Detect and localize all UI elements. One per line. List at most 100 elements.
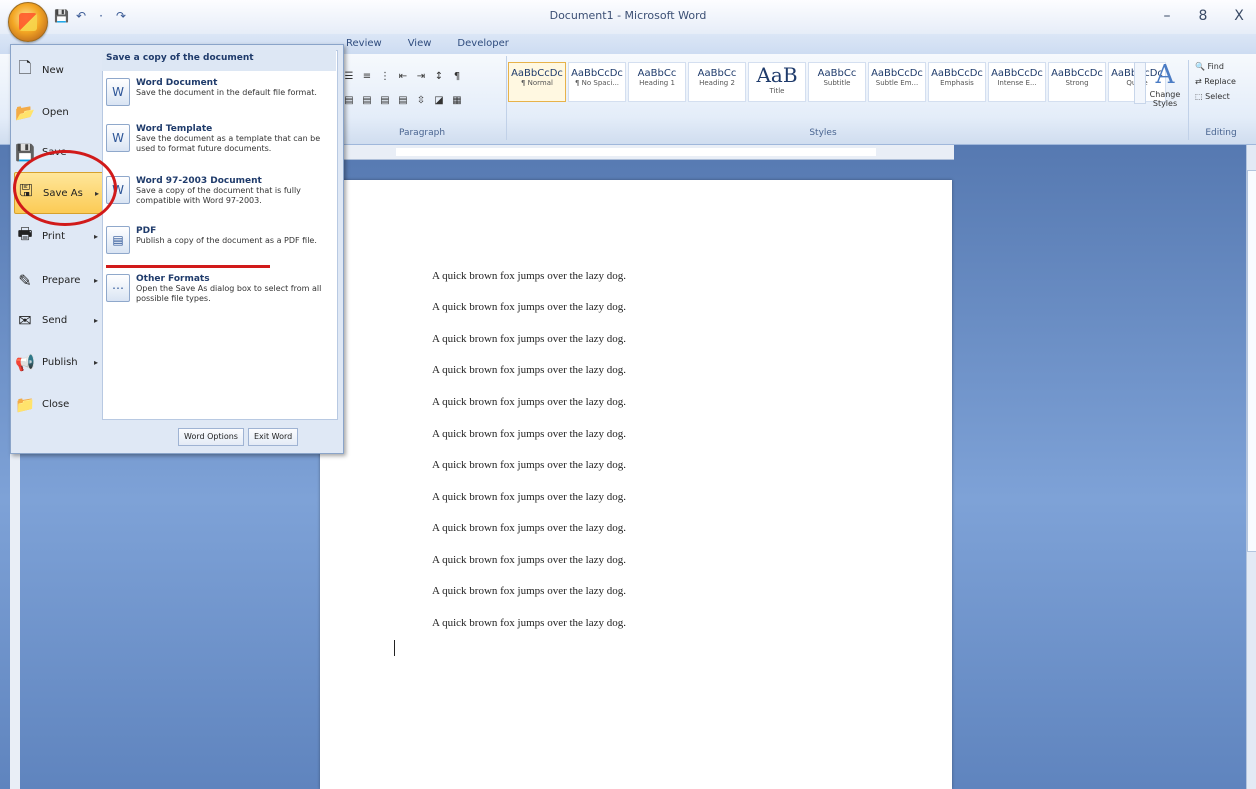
- office-button[interactable]: [8, 2, 48, 42]
- select-button[interactable]: ⬚ Select: [1195, 92, 1253, 101]
- menu-item-label: Open: [42, 106, 69, 118]
- style-normal[interactable]: AaBbCcDc ¶ Normal: [508, 62, 566, 102]
- document-line: A quick brown fox jumps over the lazy do…: [432, 459, 626, 471]
- paragraph-group-label: Paragraph: [398, 128, 446, 138]
- style-heading-2[interactable]: AaBbCc Heading 2: [688, 62, 746, 102]
- line-spacing-icon[interactable]: ⇳: [414, 94, 428, 108]
- tab-list: Review View Developer: [342, 36, 513, 51]
- numbering-icon[interactable]: ≡: [360, 70, 374, 84]
- find-button[interactable]: 🔍 Find: [1195, 62, 1253, 71]
- document-line: A quick brown fox jumps over the lazy do…: [432, 396, 626, 408]
- shading-icon[interactable]: ◪: [432, 94, 446, 108]
- menu-item-send[interactable]: ✉ Send ▸: [14, 300, 102, 340]
- document-line: A quick brown fox jumps over the lazy do…: [432, 301, 626, 313]
- style-intense-emphasis[interactable]: AaBbCcDc Intense E...: [988, 62, 1046, 102]
- style-title[interactable]: AaB Title: [748, 62, 806, 102]
- document-line: A quick brown fox jumps over the lazy do…: [432, 585, 626, 597]
- maximize-button[interactable]: 8: [1196, 8, 1210, 24]
- sort-icon[interactable]: ↕: [432, 70, 446, 84]
- style-name: Heading 2: [699, 79, 735, 87]
- decrease-indent-icon[interactable]: ⇤: [396, 70, 410, 84]
- document-line: A quick brown fox jumps over the lazy do…: [432, 522, 626, 534]
- find-label: Find: [1207, 62, 1224, 71]
- replace-button[interactable]: ⇄ Replace: [1195, 77, 1253, 86]
- document-page[interactable]: A quick brown fox jumps over the lazy do…: [320, 180, 952, 789]
- tab-developer[interactable]: Developer: [453, 36, 512, 51]
- menu-item-close[interactable]: 📁 Close: [14, 384, 102, 424]
- menu-item-label: Publish: [42, 356, 78, 368]
- style-sample: AaBbCcDc: [511, 68, 563, 79]
- style-gallery: AaBbCcDc ¶ Normal AaBbCcDc ¶ No Spaci... A…: [508, 62, 1166, 102]
- style-no-spacing[interactable]: AaBbCcDc ¶ No Spaci...: [568, 62, 626, 102]
- menu-item-prepare[interactable]: ✎ Prepare ▸: [14, 260, 102, 300]
- submenu-item-desc: Save the document as a template that can…: [136, 134, 321, 153]
- other-formats-icon: ⋯: [106, 274, 130, 302]
- document-line: A quick brown fox jumps over the lazy do…: [432, 333, 626, 345]
- folder-icon: 📂: [15, 102, 35, 122]
- save-as-word-template[interactable]: W Word Template Save the document as a te…: [106, 124, 332, 154]
- submenu-item-title: Word 97-2003 Document: [136, 176, 262, 186]
- style-subtle-emphasis[interactable]: AaBbCcDc Subtle Em...: [868, 62, 926, 102]
- save-as-other-formats[interactable]: ⋯ Other Formats Open the Save As dialog b…: [106, 274, 332, 304]
- printer-icon: 🖶: [17, 223, 33, 243]
- undo-icon[interactable]: ↶: [74, 9, 88, 23]
- submenu-item-title: Word Template: [136, 124, 213, 134]
- save-as-pdf[interactable]: ▤ PDF Publish a copy of the document as a…: [106, 226, 332, 254]
- redo-icon[interactable]: ↷: [114, 9, 128, 23]
- style-sample: AaBbCcDc: [571, 68, 623, 79]
- close-button[interactable]: X: [1232, 8, 1246, 24]
- save-icon[interactable]: 💾: [54, 9, 69, 23]
- close-folder-icon: 📁: [15, 394, 35, 414]
- multilevel-list-icon[interactable]: ⋮: [378, 70, 392, 84]
- submenu-item-desc: Open the Save As dialog box to select fr…: [136, 284, 322, 303]
- word-template-icon: W: [106, 124, 130, 152]
- submenu-header: Save a copy of the document: [102, 50, 336, 71]
- show-marks-icon[interactable]: ¶: [450, 70, 464, 84]
- window-controls: – 8 X: [1160, 8, 1246, 24]
- style-name: Emphasis: [940, 79, 974, 87]
- vertical-ruler[interactable]: [10, 452, 20, 789]
- increase-indent-icon[interactable]: ⇥: [414, 70, 428, 84]
- style-sample: AaBbCc: [697, 68, 737, 79]
- ruler-text-area: [396, 148, 876, 156]
- style-sample: AaBbCcDc: [871, 68, 923, 79]
- tab-view[interactable]: View: [404, 36, 436, 51]
- select-label: Select: [1205, 92, 1230, 101]
- menu-item-open[interactable]: 📂 Open: [14, 92, 102, 132]
- style-sample: AaBbCcDc: [1051, 68, 1103, 79]
- tab-review[interactable]: Review: [342, 36, 386, 51]
- borders-icon[interactable]: ▦: [450, 94, 464, 108]
- exit-word-button[interactable]: Exit Word: [247, 428, 299, 446]
- justify-icon[interactable]: ▤: [396, 94, 410, 108]
- save-as-word-97-2003[interactable]: W Word 97-2003 Document Save a copy of th…: [106, 176, 332, 206]
- align-right-icon[interactable]: ▤: [378, 94, 392, 108]
- editing-group: 🔍 Find ⇄ Replace ⬚ Select Editing: [1188, 60, 1253, 140]
- save-as-word-document[interactable]: W Word Document Save the document in the …: [106, 78, 332, 106]
- style-name: Subtle Em...: [875, 79, 919, 87]
- style-name: Heading 1: [639, 79, 675, 87]
- style-subtitle[interactable]: AaBbCc Subtitle: [808, 62, 866, 102]
- word-options-button[interactable]: Word Options: [178, 428, 244, 446]
- style-sample: AaB: [756, 63, 798, 87]
- style-strong[interactable]: AaBbCcDc Strong: [1048, 62, 1106, 102]
- menu-item-new[interactable]: 🗋 New: [14, 50, 102, 90]
- paragraph-group: ☰ ≡ ⋮ ⇤ ⇥ ↕ ¶ ▤ ▤ ▤ ▤ ⇳ ◪ ▦ Paragraph: [338, 56, 507, 140]
- menu-item-label: New: [42, 64, 64, 76]
- change-styles-button[interactable]: A Change Styles: [1148, 60, 1182, 122]
- scrollbar-thumb[interactable]: [1247, 170, 1256, 552]
- submenu-arrow-icon: ▸: [93, 231, 98, 241]
- style-gallery-scroll[interactable]: [1134, 62, 1146, 104]
- align-left-icon[interactable]: ▤: [342, 94, 356, 108]
- document-line: A quick brown fox jumps over the lazy do…: [432, 270, 626, 282]
- send-icon: ✉: [18, 310, 32, 330]
- office-menu-footer: Word Options Exit Word: [178, 428, 299, 446]
- bullets-icon[interactable]: ☰: [342, 70, 356, 84]
- menu-item-publish[interactable]: 📢 Publish ▸: [14, 342, 102, 382]
- submenu-item-title: PDF: [136, 226, 157, 236]
- align-center-icon[interactable]: ▤: [360, 94, 374, 108]
- style-name: Subtitle: [823, 79, 851, 87]
- title-bar: [0, 0, 1256, 35]
- minimize-button[interactable]: –: [1160, 8, 1174, 24]
- style-heading-1[interactable]: AaBbCc Heading 1: [628, 62, 686, 102]
- style-emphasis[interactable]: AaBbCcDc Emphasis: [928, 62, 986, 102]
